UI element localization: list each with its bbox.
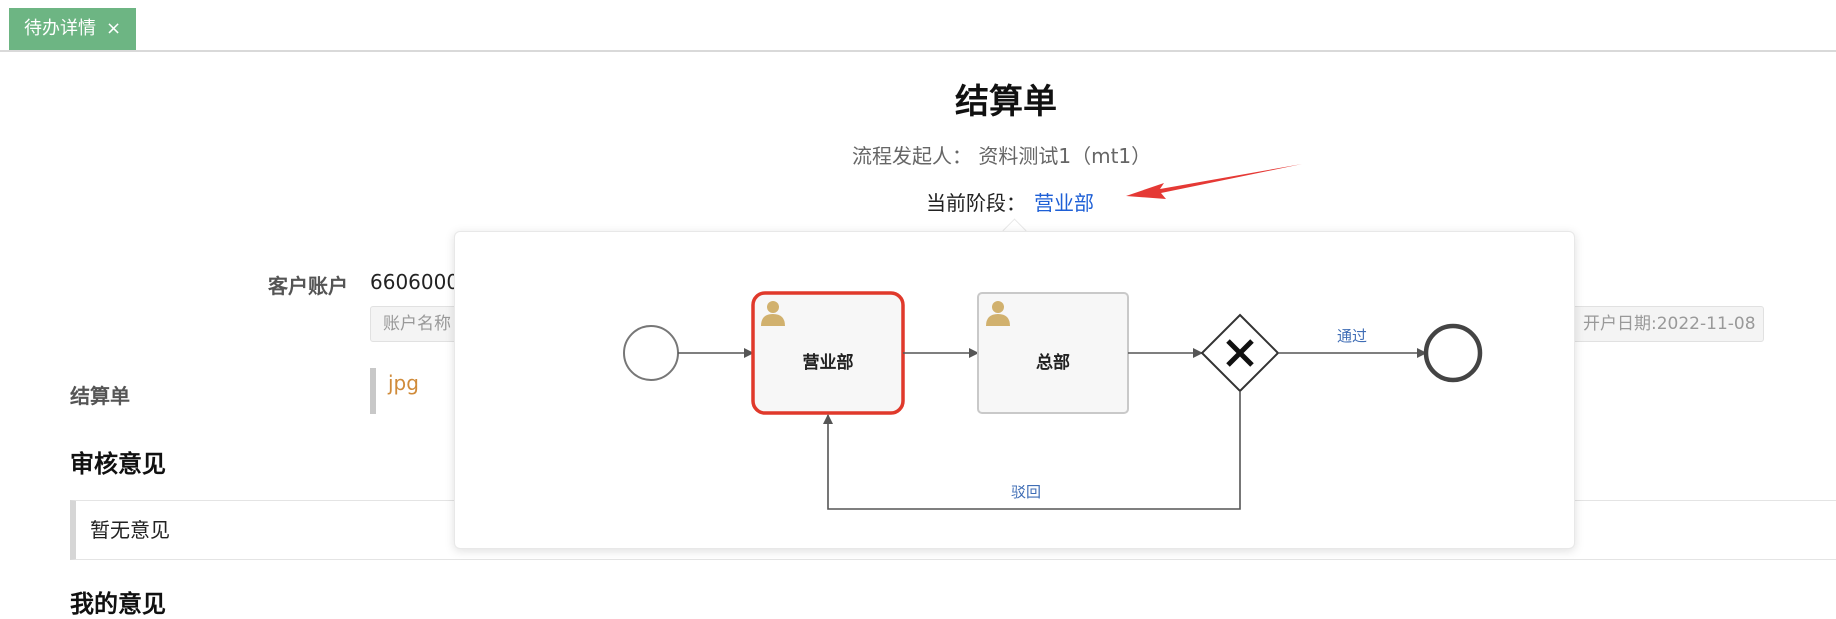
start-event-icon[interactable] bbox=[623, 325, 679, 381]
exclusive-gateway-icon[interactable] bbox=[1200, 313, 1280, 393]
annotation-arrow-icon bbox=[1126, 164, 1302, 199]
process-diagram: 营业部 总部 通过 驳回 bbox=[623, 291, 1483, 510]
close-icon[interactable]: × bbox=[106, 20, 121, 38]
task-label: 总部 bbox=[1036, 352, 1070, 373]
edge-label-reject: 驳回 bbox=[1011, 483, 1041, 501]
open-date-field: 开户日期:2022-11-08 bbox=[1570, 306, 1764, 342]
stage-label: 当前阶段： bbox=[926, 191, 1026, 215]
page-title: 结算单 bbox=[955, 82, 1057, 122]
end-event-icon[interactable] bbox=[1423, 323, 1483, 383]
task-label: 营业部 bbox=[803, 352, 854, 373]
account-label: 客户账户 bbox=[268, 274, 348, 298]
attachment-file[interactable]: jpg bbox=[370, 368, 419, 414]
account-value: 6606000 bbox=[370, 270, 460, 294]
account-name-field[interactable]: 账户名称 bbox=[370, 306, 460, 342]
task-headquarters[interactable]: 总部 bbox=[977, 292, 1129, 414]
edge-label-pass: 通过 bbox=[1337, 327, 1367, 345]
stage-link[interactable]: 营业部 bbox=[1034, 191, 1094, 215]
tab-bar: 待办详情 × bbox=[0, 0, 1836, 52]
task-sales-dept[interactable]: 营业部 bbox=[751, 291, 905, 415]
file-name[interactable]: jpg bbox=[388, 371, 419, 395]
process-starter: 流程发起人： 资料测试1（mt1） bbox=[852, 140, 1151, 169]
current-stage: 当前阶段： 营业部 bbox=[926, 187, 1094, 216]
my-opinion-heading: 我的意见 bbox=[70, 590, 166, 618]
review-text: 暂无意见 bbox=[90, 518, 170, 542]
review-heading: 审核意见 bbox=[70, 450, 166, 478]
tab-todo-detail[interactable]: 待办详情 × bbox=[9, 8, 137, 50]
tab-label: 待办详情 bbox=[24, 18, 96, 39]
starter-label: 流程发起人： bbox=[852, 144, 972, 168]
process-diagram-popover: 营业部 总部 通过 驳回 bbox=[454, 231, 1575, 549]
settlement-label: 结算单 bbox=[70, 384, 130, 408]
